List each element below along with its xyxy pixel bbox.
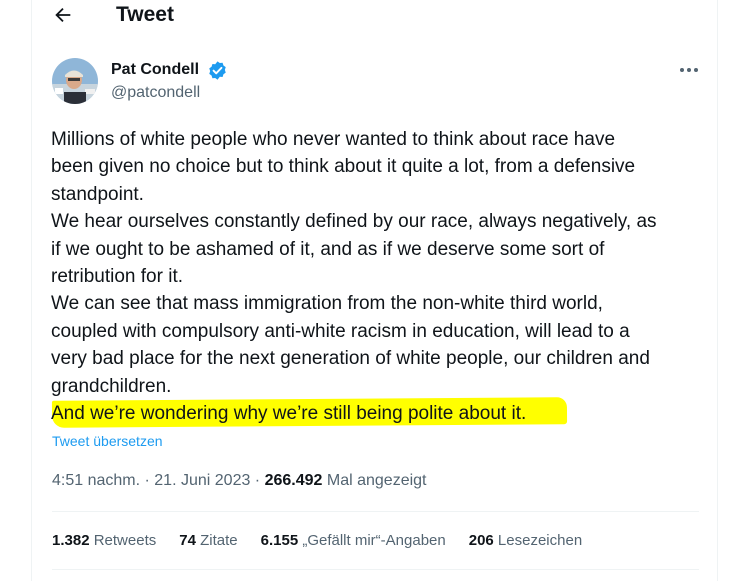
bookmarks-label: Lesezeichen <box>493 532 583 549</box>
divider <box>52 569 699 570</box>
tweet-line: standpoint. <box>51 183 144 205</box>
tweet-date[interactable]: 21. Juni 2023 <box>154 472 250 489</box>
more-horizontal-icon[interactable] <box>677 62 701 78</box>
page-title: Tweet <box>116 3 174 26</box>
engagement-stats: 1.382 Retweets 74 Zitate 6.155 „Gefällt … <box>52 531 605 551</box>
avatar[interactable] <box>52 58 98 104</box>
tweet-line: Millions of white people who never wante… <box>51 129 616 150</box>
divider <box>52 511 699 512</box>
retweets-label: Retweets <box>89 532 157 549</box>
views-count: 266.492 <box>264 472 323 489</box>
page-header: Tweet <box>32 0 717 30</box>
tweet-meta: 4:51 nachm. · 21. Juni 2023 · 266.492 Ma… <box>52 471 426 491</box>
verified-badge-icon <box>209 61 226 80</box>
quotes-stat[interactable]: 74 Zitate <box>179 531 237 551</box>
tweet-time[interactable]: 4:51 nachm. <box>52 472 140 489</box>
tweet-line: We can see that mass immigration from th… <box>51 293 603 315</box>
bookmarks-stat[interactable]: 206 Lesezeichen <box>469 531 582 551</box>
tweet-line: coupled with compulsory anti-white racis… <box>51 320 630 342</box>
author-name[interactable]: Pat Condell <box>111 60 199 80</box>
quotes-count: 74 <box>179 532 196 549</box>
tweet-line-highlighted: And we’re wondering why we’re still bein… <box>51 403 527 425</box>
likes-count: 6.155 <box>260 532 299 549</box>
tweet-text: Millions of white people who never wante… <box>51 126 701 427</box>
avatar-image <box>52 58 98 104</box>
tweet-line: been given no choice but to think about … <box>51 156 636 178</box>
translate-tweet-link[interactable]: Tweet übersetzen <box>52 432 163 450</box>
views-label: Mal angezeigt <box>322 472 427 489</box>
tweet-line: grandchildren. <box>51 375 172 397</box>
meta-separator: · <box>250 472 265 489</box>
tweet-line: We hear ourselves constantly defined by … <box>51 211 657 233</box>
retweets-count: 1.382 <box>52 532 90 549</box>
tweet-line: if we ought to be ashamed of it, and as … <box>51 238 605 260</box>
likes-label: „Gefällt mir“-Angaben <box>298 532 446 549</box>
tweet-column: Tweet Pat Condell @patcondell Millions o… <box>31 0 718 581</box>
tweet-line: retribution for it. <box>51 266 183 288</box>
bookmarks-count: 206 <box>468 532 494 549</box>
quotes-label: Zitate <box>195 532 238 549</box>
arrow-left-icon[interactable] <box>52 4 74 26</box>
tweet-line: very bad place for the next generation o… <box>51 348 650 370</box>
retweets-stat[interactable]: 1.382 Retweets <box>52 531 156 551</box>
likes-stat[interactable]: 6.155 „Gefällt mir“-Angaben <box>261 531 446 551</box>
author-handle[interactable]: @patcondell <box>111 83 200 103</box>
meta-separator: · <box>140 472 155 489</box>
